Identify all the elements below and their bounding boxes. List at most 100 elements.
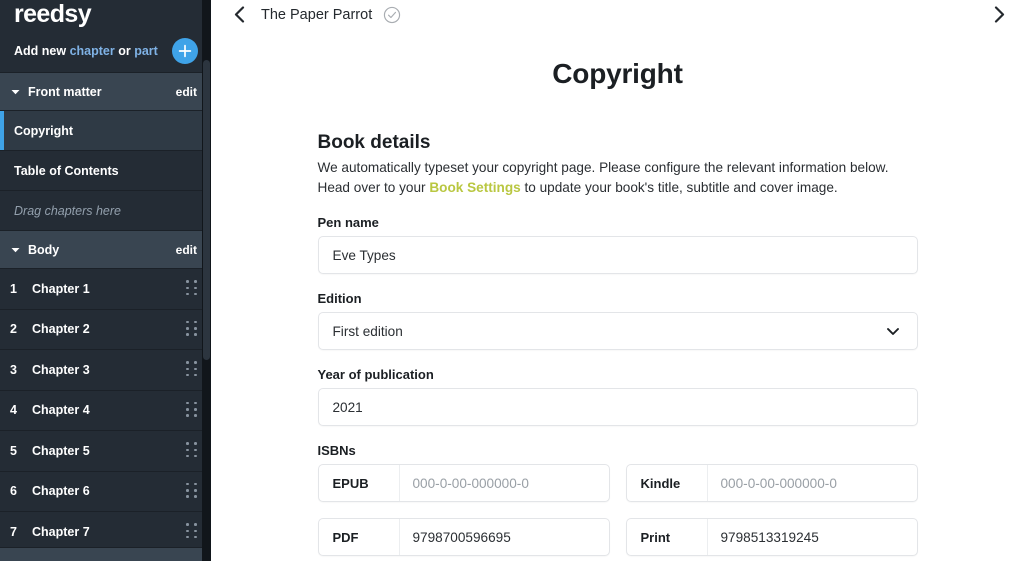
- drag-handle-icon[interactable]: [186, 280, 199, 297]
- isbns-label: ISBNs: [317, 443, 356, 458]
- chapter-title: Chapter 4: [32, 403, 90, 418]
- sidebar-scrollbar-thumb[interactable]: [203, 60, 210, 360]
- chapter-number: 1: [10, 281, 17, 296]
- page-title-breadcrumb[interactable]: The Paper Parrot: [261, 7, 372, 23]
- sidebar-scrollbar[interactable]: [202, 0, 211, 561]
- isbn-epub-tag: EPUB: [332, 475, 369, 491]
- edition-label: Edition: [317, 291, 362, 306]
- chapter-number: 7: [10, 524, 17, 539]
- caret-down-icon: [11, 89, 20, 95]
- app-root: reedsy Add new chapter or part Front mat…: [0, 0, 1024, 561]
- sidebar-item-copyright[interactable]: Copyright: [0, 111, 211, 151]
- chapter-title: Chapter 5: [32, 443, 90, 458]
- body-title: Body: [28, 242, 60, 257]
- isbn-print-input[interactable]: Print 9798513319245: [625, 518, 918, 556]
- edition-value: First edition: [332, 323, 403, 339]
- chapter-number: 3: [10, 362, 17, 377]
- caret-down-icon: [11, 247, 20, 253]
- sidebar: reedsy Add new chapter or part Front mat…: [0, 0, 211, 561]
- forward-button[interactable]: [988, 4, 1010, 26]
- section-header-front-matter[interactable]: Front matter edit: [0, 73, 211, 111]
- chapter-title: Chapter 6: [32, 484, 90, 499]
- chevron-left-icon: [234, 6, 244, 23]
- description-line-1: We automatically typeset your copyright …: [317, 160, 889, 175]
- main-content: The Paper Parrot Copyright Book details …: [211, 0, 1024, 561]
- drag-handle-icon[interactable]: [186, 523, 199, 540]
- isbns-field-group: ISBNs EPUB 000-0-00-000000-0 Kindle 000-…: [317, 443, 918, 556]
- brand-header: reedsy: [0, 0, 211, 30]
- add-new-separator: or: [118, 44, 131, 58]
- drag-handle-icon[interactable]: [186, 320, 199, 338]
- chapter-number: 6: [10, 484, 17, 499]
- body-edit-button[interactable]: edit: [176, 243, 197, 257]
- chapter-number: 4: [10, 403, 17, 418]
- chapter-number: 2: [10, 322, 17, 337]
- check-circle-icon: [384, 6, 401, 23]
- chapter-number: 5: [10, 443, 17, 458]
- description-line-2-prefix: Head over to your: [317, 180, 430, 195]
- drag-handle-icon[interactable]: [186, 482, 199, 500]
- topbar: The Paper Parrot: [211, 0, 1024, 29]
- sidebar-item-label: Copyright: [14, 123, 74, 138]
- chapter-title: Chapter 3: [32, 362, 90, 377]
- isbn-pdf-value: 9798700596695: [412, 529, 511, 545]
- year-label: Year of publication: [317, 367, 434, 382]
- isbn-grid: EPUB 000-0-00-000000-0 Kindle 000-0-00-0…: [317, 464, 918, 556]
- book-details-heading: Book details: [317, 132, 431, 153]
- book-details-description: We automatically typeset your copyright …: [318, 158, 918, 198]
- reedsy-logo[interactable]: reedsy: [14, 1, 92, 27]
- isbn-epub-value: 000-0-00-000000-0: [412, 475, 529, 491]
- page-title: Copyright: [552, 58, 683, 89]
- dropzone-hint: Drag chapters here: [14, 203, 122, 218]
- chapter-title: Chapter 7: [32, 524, 90, 539]
- year-input[interactable]: 2021: [317, 388, 918, 426]
- plus-icon: [178, 44, 192, 58]
- chapter-title: Chapter 2: [32, 322, 90, 337]
- drag-handle-icon[interactable]: [186, 442, 199, 459]
- list-item[interactable]: 6 Chapter 6: [0, 471, 211, 512]
- drag-handle-icon[interactable]: [186, 361, 199, 378]
- isbn-print-tag: Print: [640, 529, 671, 545]
- add-new-prefix: Add new: [14, 44, 67, 58]
- description-line-2-suffix: to update your book's title, subtitle an…: [520, 180, 838, 195]
- book-settings-link[interactable]: Book Settings: [429, 180, 520, 195]
- list-item[interactable]: 3 Chapter 3: [0, 350, 211, 391]
- isbn-kindle-input[interactable]: Kindle 000-0-00-000000-0: [625, 464, 918, 502]
- list-item[interactable]: 4 Chapter 4: [0, 390, 211, 431]
- add-new-label: Add new chapter or part: [14, 44, 172, 58]
- year-value: 2021: [332, 399, 363, 415]
- pen-name-label: Pen name: [317, 215, 379, 230]
- year-field-group: Year of publication 2021: [317, 367, 918, 426]
- sidebar-footer-bar: [0, 547, 211, 561]
- pen-name-field-group: Pen name Eve Types: [317, 215, 918, 274]
- list-item[interactable]: 1 Chapter 1: [0, 269, 211, 310]
- pen-name-value: Eve Types: [332, 247, 396, 263]
- edition-field-group: Edition First edition: [317, 291, 918, 350]
- list-item[interactable]: 2 Chapter 2: [0, 309, 211, 350]
- isbn-pdf-tag: PDF: [332, 529, 359, 545]
- section-header-body[interactable]: Body edit: [0, 231, 211, 269]
- front-matter-edit-button[interactable]: edit: [176, 85, 197, 99]
- isbn-pdf-input[interactable]: PDF 9798700596695: [317, 518, 610, 556]
- isbn-kindle-value: 000-0-00-000000-0: [720, 475, 837, 491]
- add-chapter-link[interactable]: chapter: [70, 44, 115, 58]
- sidebar-item-table-of-contents[interactable]: Table of Contents: [0, 151, 211, 191]
- list-item[interactable]: 5 Chapter 5: [0, 431, 211, 472]
- add-new-button[interactable]: [172, 38, 198, 64]
- front-matter-title: Front matter: [28, 84, 102, 99]
- drag-handle-icon[interactable]: [186, 401, 199, 419]
- copyright-form: Book details We automatically typeset yo…: [317, 132, 918, 556]
- isbn-epub-input[interactable]: EPUB 000-0-00-000000-0: [317, 464, 610, 502]
- edition-select[interactable]: First edition: [317, 312, 918, 350]
- back-button[interactable]: [228, 4, 250, 26]
- drag-chapters-dropzone[interactable]: Drag chapters here: [0, 191, 211, 231]
- chevron-right-icon: [994, 6, 1004, 23]
- isbn-kindle-tag: Kindle: [640, 475, 681, 491]
- chapter-title: Chapter 1: [32, 281, 90, 296]
- isbn-print-value: 9798513319245: [720, 529, 819, 545]
- add-new-row: Add new chapter or part: [0, 30, 211, 73]
- chevron-down-icon: [886, 328, 899, 335]
- sidebar-item-label: Table of Contents: [14, 163, 119, 178]
- pen-name-input[interactable]: Eve Types: [317, 236, 918, 274]
- add-part-link[interactable]: part: [134, 44, 158, 58]
